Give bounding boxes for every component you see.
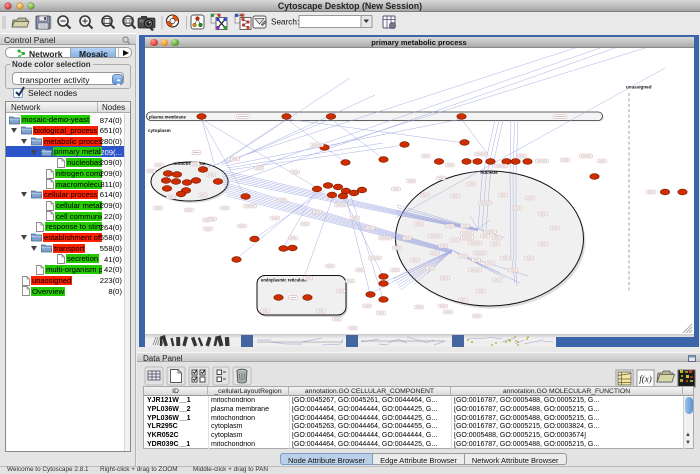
- svg-text:cytoplasm: cytoplasm: [148, 128, 171, 133]
- svg-text:Search:: Search:: [271, 18, 299, 27]
- svg-text:mitochondrion: mitochondrion: [173, 161, 205, 166]
- svg-text:f(x): f(x): [639, 374, 652, 384]
- svg-text:plasma membrane: plasma membrane: [149, 114, 186, 119]
- svg-text:endoplasmic reticulum: endoplasmic reticulum: [261, 277, 307, 282]
- svg-text:unassigned: unassigned: [626, 84, 652, 89]
- svg-text:1:1: 1:1: [125, 19, 131, 24]
